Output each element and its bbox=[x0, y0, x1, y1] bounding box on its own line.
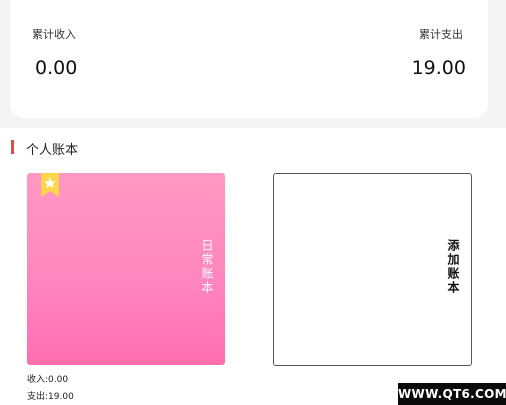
book-card-daily[interactable]: 日常账本 bbox=[27, 173, 225, 365]
personal-books-section: 个人账本 日常账本 添加账本 收入:0.00 支出:19.00 bbox=[0, 128, 506, 405]
total-expense-label: 累计支出 bbox=[419, 28, 463, 41]
total-income-label: 累计收入 bbox=[32, 28, 76, 41]
book-title: 日常账本 bbox=[200, 239, 214, 295]
total-expense-value: 19.00 bbox=[411, 57, 466, 79]
section-accent-bar bbox=[11, 140, 14, 154]
watermark: WWW.QT6.COM bbox=[398, 383, 506, 405]
section-title: 个人账本 bbox=[26, 143, 79, 158]
add-book-label: 添加账本 bbox=[446, 239, 460, 295]
add-book-button[interactable]: 添加账本 bbox=[273, 173, 472, 366]
book-expense-stat: 支出:19.00 bbox=[27, 392, 74, 402]
star-bookmark-icon bbox=[41, 173, 59, 197]
summary-card: 累计收入 0.00 累计支出 19.00 bbox=[10, 0, 488, 118]
total-income-value: 0.00 bbox=[35, 57, 78, 79]
book-income-stat: 收入:0.00 bbox=[27, 375, 69, 385]
